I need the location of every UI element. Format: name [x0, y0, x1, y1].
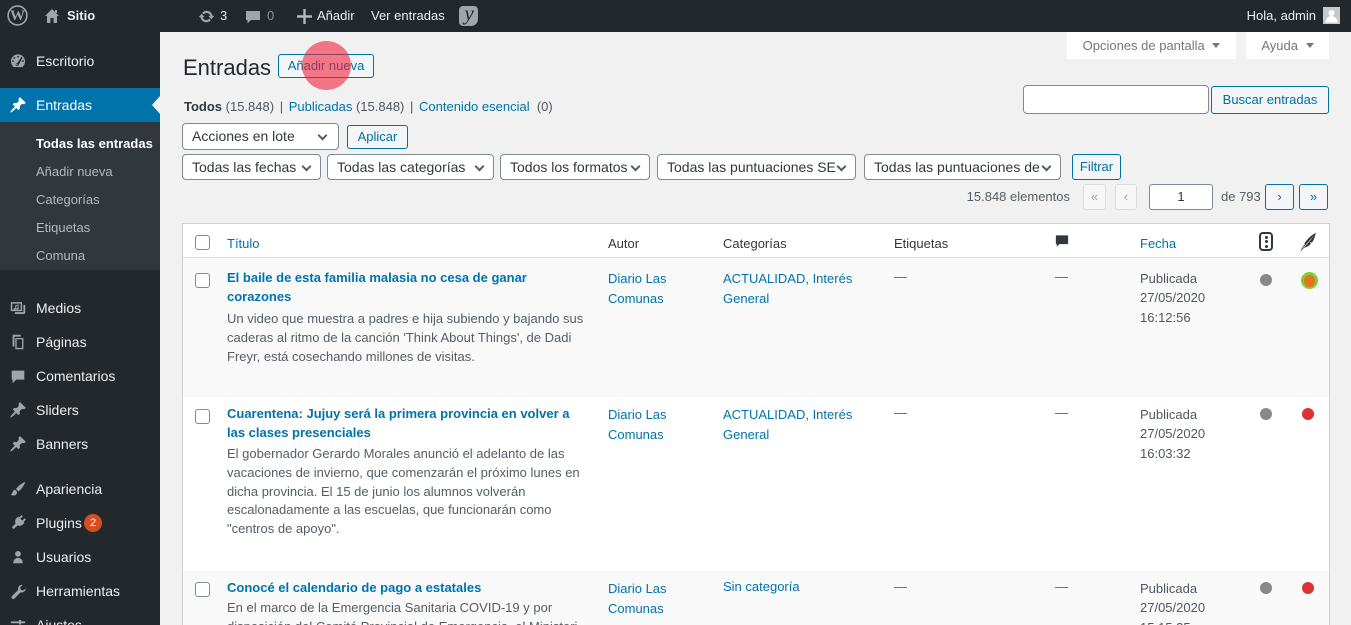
svg-text:W: W — [10, 8, 25, 24]
